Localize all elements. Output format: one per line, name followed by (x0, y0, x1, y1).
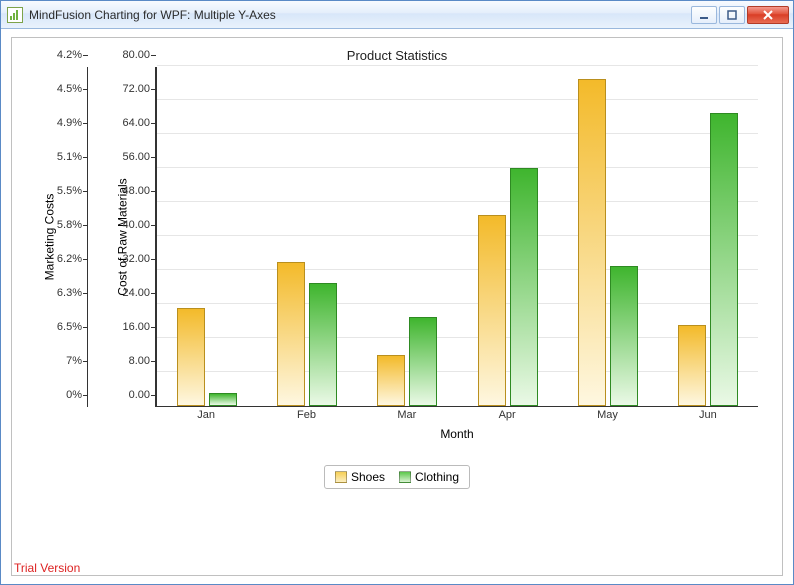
y-secondary-tick: 0% (66, 389, 82, 401)
bar-shoes (177, 308, 205, 406)
y-primary-tick: 56.00 (122, 151, 150, 163)
bar-shoes (578, 79, 606, 406)
titlebar[interactable]: MindFusion Charting for WPF: Multiple Y-… (1, 1, 793, 29)
y-secondary-tick: 4.5% (57, 83, 82, 95)
x-tick-label: Mar (397, 409, 416, 421)
y-secondary-tick: 6.5% (57, 321, 82, 333)
x-tick-label: Apr (499, 409, 516, 421)
y-secondary-tick: 4.2% (57, 49, 82, 61)
y-secondary-tick: 5.8% (57, 219, 82, 231)
bar-shoes (478, 215, 506, 406)
y-primary-tick: 80.00 (122, 49, 150, 61)
trial-label: Trial Version (14, 561, 80, 575)
plot-area (156, 67, 758, 407)
x-tick-label: Feb (297, 409, 316, 421)
y-secondary-tick: 5.1% (57, 151, 82, 163)
bar-clothing (710, 113, 738, 406)
y-secondary-tick: 6.3% (57, 287, 82, 299)
bar-clothing (309, 283, 337, 406)
bar-shoes (377, 355, 405, 406)
y-primary-tick: 8.00 (129, 355, 150, 367)
bar-clothing (610, 266, 638, 406)
y-axis-secondary: Marketing Costs 0%7%6.5%6.3%6.2%5.8%5.5%… (32, 67, 88, 407)
y-primary-tick: 0.00 (129, 389, 150, 401)
y-primary-tick: 64.00 (122, 117, 150, 129)
y-primary-tick: 32.00 (122, 253, 150, 265)
x-axis-title: Month (156, 427, 758, 441)
bar-shoes (678, 325, 706, 406)
x-tick-label: May (597, 409, 618, 421)
y-primary-tick: 72.00 (122, 83, 150, 95)
swatch-shoes-icon (335, 471, 347, 483)
legend-item-clothing: Clothing (399, 470, 459, 484)
y-axis-primary: Cost of Raw Materials 0.008.0016.0024.00… (88, 67, 156, 407)
y-primary-tick: 40.00 (122, 219, 150, 231)
bar-clothing (409, 317, 437, 406)
y-secondary-tick: 6.2% (57, 253, 82, 265)
chart-body: Marketing Costs 0%7%6.5%6.3%6.2%5.8%5.5%… (32, 67, 762, 447)
legend-item-shoes: Shoes (335, 470, 385, 484)
maximize-button[interactable] (719, 6, 745, 24)
y-primary-tick: 48.00 (122, 185, 150, 197)
close-button[interactable] (747, 6, 789, 24)
y-secondary-tick: 7% (66, 355, 82, 367)
minimize-button[interactable] (691, 6, 717, 24)
y-secondary-tick: 5.5% (57, 185, 82, 197)
bar-clothing (209, 393, 237, 406)
window-title: MindFusion Charting for WPF: Multiple Y-… (29, 8, 691, 22)
y-primary-tick: 24.00 (122, 287, 150, 299)
chart-panel: Product Statistics Marketing Costs 0%7%6… (11, 37, 783, 576)
chart-app-icon (7, 7, 23, 23)
bar-clothing (510, 168, 538, 406)
x-tick-label: Jun (699, 409, 717, 421)
bar-shoes (277, 262, 305, 407)
swatch-clothing-icon (399, 471, 411, 483)
y-primary-tick: 16.00 (122, 321, 150, 333)
window-controls (691, 6, 789, 24)
y-secondary-tick: 4.9% (57, 117, 82, 129)
app-window: MindFusion Charting for WPF: Multiple Y-… (0, 0, 794, 585)
x-axis-labels: Jan Feb Mar Apr May Jun (156, 409, 758, 427)
x-tick-label: Jan (197, 409, 215, 421)
legend: Shoes Clothing (324, 465, 470, 489)
